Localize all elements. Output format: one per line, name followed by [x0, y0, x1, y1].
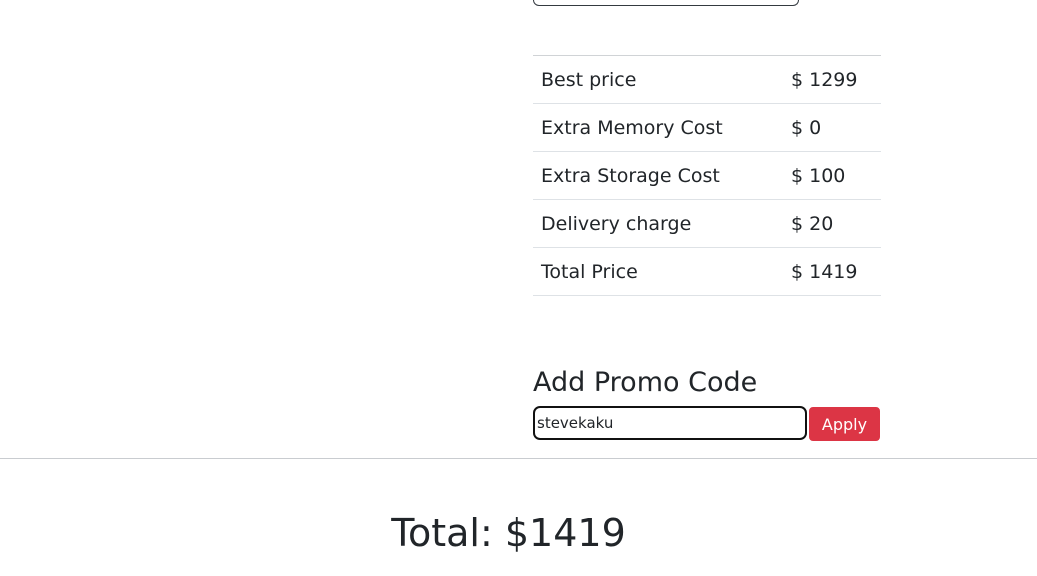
table-row: Extra Storage Cost $ 100 — [533, 151, 881, 200]
divider — [0, 458, 1037, 459]
apply-button[interactable]: Apply — [809, 407, 880, 441]
grand-total: Total: $1419 — [391, 511, 626, 555]
table-row: Best price $ 1299 — [533, 55, 881, 104]
total-price-row: Total Price $ 1419 — [533, 247, 881, 296]
promo-code-input[interactable] — [533, 406, 807, 440]
options-box-bottom-edge — [533, 0, 799, 6]
page: Best price $ 1299 Extra Memory Cost $ 0 … — [0, 0, 1037, 576]
row-label: Best price — [533, 55, 783, 104]
promo-code-title: Add Promo Code — [533, 367, 758, 398]
table-row: Delivery charge $ 20 — [533, 199, 881, 248]
total-price-label: Total Price — [533, 247, 783, 296]
table-row: Extra Memory Cost $ 0 — [533, 103, 881, 152]
row-label: Delivery charge — [533, 199, 783, 248]
total-price-value: $ 1419 — [783, 247, 881, 296]
price-breakdown-table: Best price $ 1299 Extra Memory Cost $ 0 … — [533, 55, 881, 296]
row-value: $ 100 — [783, 151, 881, 200]
row-value: $ 1299 — [783, 55, 881, 104]
row-value: $ 20 — [783, 199, 881, 248]
row-label: Extra Storage Cost — [533, 151, 783, 200]
row-value: $ 0 — [783, 103, 881, 152]
row-label: Extra Memory Cost — [533, 103, 783, 152]
